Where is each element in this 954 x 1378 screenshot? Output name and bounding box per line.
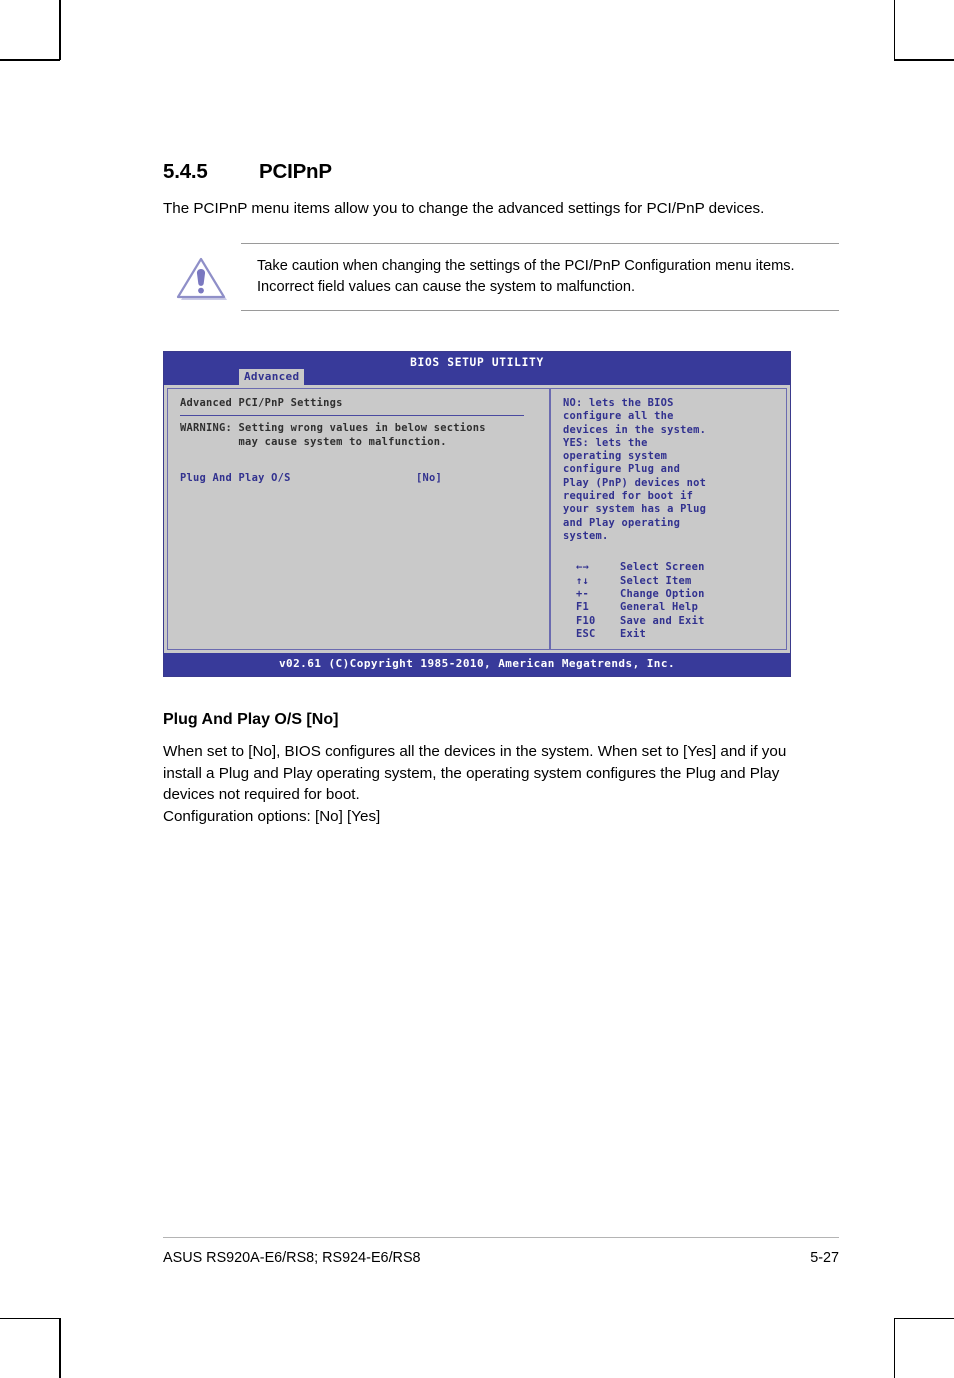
- settings-panel-spacer: [180, 485, 549, 539]
- key-action-change-option: Change Option: [620, 587, 705, 600]
- crop-mark-top-right: [893, 0, 954, 61]
- footer-page-number: 5-27: [810, 1250, 839, 1266]
- page-title: 5.4.5 PCIPnP: [163, 160, 839, 184]
- key-legend-row: ←→ Select Screen: [576, 561, 780, 574]
- bios-key-legend: ←→ Select Screen ↑↓ Select Item +- Chang…: [563, 561, 780, 641]
- key-legend-row: ESC Exit: [576, 628, 780, 641]
- section-number: 5.4.5: [163, 160, 208, 183]
- footer-model-name: ASUS RS920A-E6/RS8; RS924-E6/RS8: [163, 1250, 421, 1266]
- subsection-options-line: Configuration options: [No] [Yes]: [163, 808, 381, 826]
- caution-note: Take caution when changing the settings …: [163, 242, 839, 311]
- crop-mark-top-left: [0, 0, 61, 61]
- section-title: PCIPnP: [259, 160, 332, 183]
- warning-triangle-icon: [163, 243, 241, 311]
- key-legend-row: F1 General Help: [576, 601, 780, 614]
- key-action-general-help: General Help: [620, 601, 699, 614]
- key-glyph-plus-minus: +-: [576, 587, 590, 600]
- key-action-select-item: Select Item: [620, 574, 692, 587]
- key-glyph-esc: ESC: [576, 627, 596, 640]
- subsection-heading: Plug And Play O/S [No]: [163, 711, 339, 729]
- settings-panel-heading: Advanced PCI/PnP Settings: [180, 396, 343, 409]
- key-glyph-arrows-horizontal-icon: ←→: [576, 561, 590, 574]
- bios-tab-advanced[interactable]: Advanced: [239, 368, 305, 386]
- crop-mark-bottom-right: [893, 1317, 954, 1378]
- key-glyph-f1: F1: [576, 601, 590, 614]
- settings-warning-line-1: WARNING: Setting wrong values in below s…: [180, 422, 486, 435]
- settings-warning-line-2: may cause system to malfunction.: [180, 435, 447, 448]
- key-action-exit: Exit: [620, 627, 647, 640]
- bios-body: Advanced PCI/PnP Settings WARNING: Setti…: [164, 384, 790, 654]
- setting-row-plug-and-play-os[interactable]: Plug And Play O/S [No]: [180, 472, 549, 485]
- bios-setup-screenshot: BIOS SETUP UTILITY Advanced Advanced PCI…: [163, 350, 791, 678]
- settings-panel-divider: [180, 415, 524, 417]
- bios-settings-panel: Advanced PCI/PnP Settings WARNING: Setti…: [167, 387, 549, 651]
- bios-title-bar: BIOS SETUP UTILITY Advanced: [164, 351, 790, 386]
- key-glyph-arrows-vertical-icon: ↑↓: [576, 574, 590, 587]
- key-action-select-screen: Select Screen: [620, 561, 705, 574]
- key-legend-row: +- Change Option: [576, 588, 780, 601]
- page-content: 5.4.5 PCIPnP The PCIPnP menu items allow…: [163, 0, 839, 1378]
- setting-value-plug-and-play-os[interactable]: [No]: [416, 472, 442, 485]
- key-legend-row: F10 Save and Exit: [576, 615, 780, 628]
- bios-footer-copyright: v02.61 (C)Copyright 1985-2010, American …: [164, 653, 790, 677]
- key-glyph-f10: F10: [576, 614, 596, 627]
- crop-mark-bottom-left: [0, 1317, 61, 1378]
- caution-note-text: Take caution when changing the settings …: [241, 242, 839, 311]
- subsection-paragraph: When set to [No], BIOS configures all th…: [163, 743, 787, 804]
- setting-label-plug-and-play-os: Plug And Play O/S: [180, 471, 291, 484]
- footer-rule: [163, 1237, 839, 1238]
- bios-help-panel: NO: lets the BIOS configure all the devi…: [550, 387, 787, 651]
- key-legend-row: ↑↓ Select Item: [576, 575, 780, 588]
- section-intro-paragraph: The PCIPnP menu items allow you to chang…: [163, 200, 765, 217]
- page-footer: ASUS RS920A-E6/RS8; RS924-E6/RS8 5-27: [163, 1237, 839, 1266]
- key-action-save-and-exit: Save and Exit: [620, 614, 705, 627]
- help-panel-text: NO: lets the BIOS configure all the devi…: [563, 396, 707, 543]
